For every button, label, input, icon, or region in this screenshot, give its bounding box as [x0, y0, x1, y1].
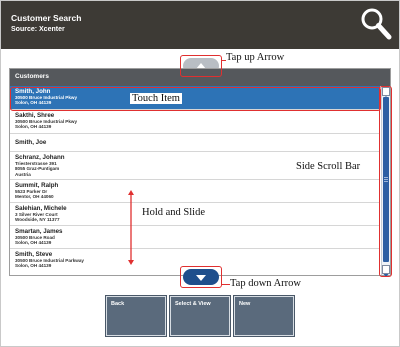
tap-down-highlight	[180, 266, 222, 288]
select-view-button-label: Select & View	[175, 301, 211, 307]
customer-name: Sakthi, Shree	[15, 112, 55, 119]
new-button-label: New	[239, 301, 251, 307]
search-icon[interactable]	[359, 6, 393, 42]
customer-name: Smith, Steve	[15, 251, 53, 258]
side-scroll-annotation: Side Scroll Bar	[296, 161, 361, 172]
touch-item-highlight	[10, 87, 381, 111]
customer-address-line: Solon, OH 44139	[15, 124, 52, 130]
list-item[interactable]: Summit, Ralph 5523 Parker Dr Mentor, OH …	[10, 180, 380, 203]
customer-name: Smartan, James	[15, 228, 63, 235]
new-button[interactable]: New	[234, 296, 294, 336]
hold-slide-arrow	[127, 190, 135, 265]
customer-name: Summit, Ralph	[15, 182, 59, 189]
tap-up-highlight	[180, 55, 222, 77]
panel-title: Customers	[15, 73, 49, 80]
hold-slide-annotation: Hold and Slide	[142, 207, 205, 218]
list-item[interactable]: Smith, Joe	[10, 134, 380, 152]
header-bar: Customer Search Source: Xcenter	[1, 1, 399, 49]
page-title: Customer Search	[11, 13, 82, 23]
tap-down-annotation: Tap down Arrow	[230, 278, 302, 289]
select-view-button[interactable]: Select & View	[170, 296, 230, 336]
customer-address-line: Solon, OH 44139	[15, 240, 52, 246]
customer-list[interactable]: Smith, John 30500 Bruce Industrial Pkwy …	[10, 86, 380, 275]
touch-item-annotation: Touch Item	[130, 93, 182, 104]
back-button[interactable]: Back	[106, 296, 166, 336]
customer-name: Schranz, Johann	[15, 154, 65, 161]
customer-name: Smith, Joe	[15, 139, 47, 146]
list-item[interactable]: Sakthi, Shree 30500 Bruce Industrial Pkw…	[10, 110, 380, 134]
tap-up-annotation: Tap up Arrow	[226, 52, 285, 63]
customer-address-line: Mentor, OH 44060	[15, 194, 54, 200]
customer-address-line: Austria	[15, 171, 31, 177]
side-scroll-highlight	[379, 86, 392, 277]
back-button-label: Back	[111, 301, 125, 307]
list-item[interactable]: Smartan, James 30500 Bruce Road Solon, O…	[10, 226, 380, 249]
source-label: Source: Xcenter	[11, 26, 65, 33]
callout-line	[222, 284, 230, 286]
customer-address-line: Woodside, NY 11377	[15, 217, 60, 223]
